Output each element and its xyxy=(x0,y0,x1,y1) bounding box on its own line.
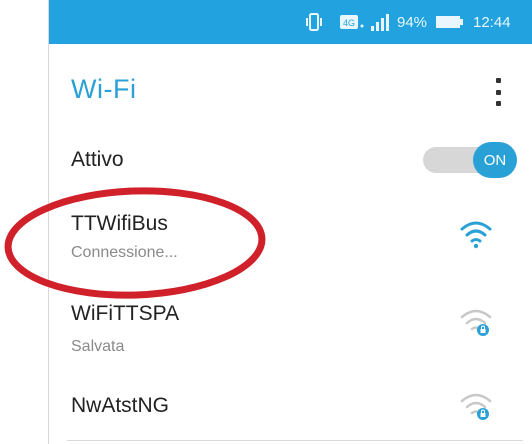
clock: 12:44 xyxy=(473,13,511,31)
network-item-wifittspa[interactable]: WiFiTTSPA Salvata xyxy=(49,286,532,372)
vibrate-icon xyxy=(305,12,323,32)
page-title: Wi-Fi xyxy=(71,74,137,104)
network-status: Connessione... xyxy=(71,244,178,261)
battery-percent: 94% xyxy=(397,13,428,31)
wifi-locked-icon xyxy=(459,390,493,422)
network-item-nwatstng[interactable]: NwAtstNG xyxy=(49,372,532,442)
network-name: TTWifiBus xyxy=(71,212,168,235)
list-divider xyxy=(67,440,523,441)
network-item-ttwifibus[interactable]: TTWifiBus Connessione... xyxy=(49,196,532,284)
network-type-label: 4G xyxy=(343,18,355,28)
app-bar: Wi-Fi xyxy=(49,44,532,126)
settings-screen: 4G 94% 12:44 Wi-Fi Attivo ON TTWifiBus C… xyxy=(48,0,532,444)
wifi-toggle-row[interactable]: Attivo ON xyxy=(49,126,532,194)
more-vert-icon[interactable] xyxy=(489,78,507,106)
wifi-locked-icon xyxy=(459,306,493,338)
wifi-signal-icon xyxy=(459,218,493,250)
status-bar: 4G 94% 12:44 xyxy=(49,0,532,44)
wifi-switch[interactable]: ON xyxy=(423,142,521,178)
network-status: Salvata xyxy=(71,338,125,355)
4g-icon: 4G xyxy=(339,12,365,32)
battery-icon xyxy=(435,12,465,32)
network-name: NwAtstNG xyxy=(71,394,170,417)
switch-thumb: ON xyxy=(473,142,517,178)
signal-icon xyxy=(369,12,393,32)
wifi-toggle-label: Attivo xyxy=(71,148,124,171)
network-name: WiFiTTSPA xyxy=(71,302,180,325)
